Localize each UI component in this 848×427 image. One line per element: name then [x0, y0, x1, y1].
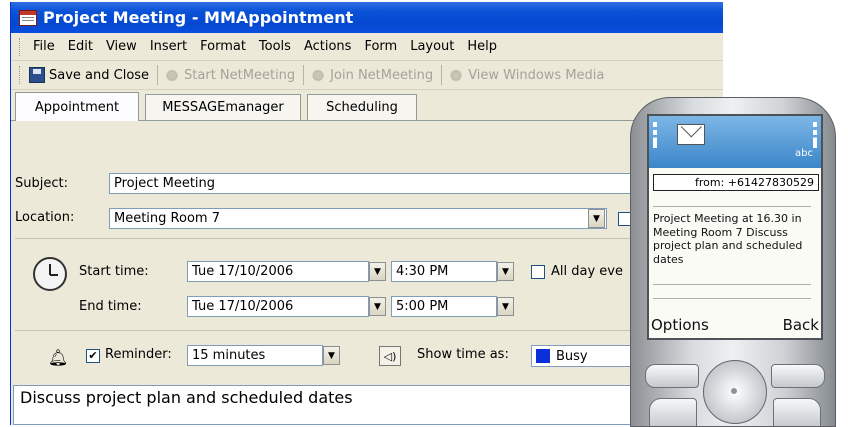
save-icon: [29, 67, 45, 83]
text-rule: [653, 284, 811, 285]
start-time-dropdown-button[interactable]: ▼: [497, 262, 514, 281]
tab-scheduling[interactable]: Scheduling: [307, 94, 417, 120]
key-3[interactable]: [773, 398, 821, 426]
reminder-bell-icon: 🔔︎: [47, 348, 69, 367]
sms-sender: from: +61427830529: [653, 174, 819, 191]
end-time-label: End time:: [79, 299, 142, 314]
end-time-dropdown-button[interactable]: ▼: [497, 297, 514, 316]
message-envelope-icon: [677, 124, 705, 145]
standard-toolbar: Save and Close Start NetMeeting Join Net…: [11, 61, 723, 90]
toolbar-grip[interactable]: [19, 66, 23, 84]
left-call-key[interactable]: [645, 364, 699, 388]
menu-insert[interactable]: Insert: [150, 39, 187, 54]
location-dropdown-button[interactable]: ▼: [588, 209, 605, 228]
menu-edit[interactable]: Edit: [68, 39, 93, 54]
mobile-phone: abc from: +61427830529 Project Meeting a…: [630, 97, 836, 427]
reminder-checkbox[interactable]: ✔: [86, 349, 100, 363]
reminder-label: Reminder:: [105, 347, 172, 362]
end-date-input[interactable]: Tue 17/10/2006: [187, 296, 369, 317]
right-end-key[interactable]: [771, 364, 825, 388]
appointment-window: Project Meeting - MMAppointment File Edi…: [10, 2, 723, 425]
appointment-icon: [19, 9, 37, 26]
divider: [15, 330, 723, 331]
sms-line: Meeting Room 7 Discuss: [653, 225, 788, 239]
start-time-label: Start time:: [79, 264, 149, 279]
back-softkey[interactable]: Back: [783, 316, 819, 334]
phone-status-area: abc: [649, 116, 821, 168]
battery-level-icon: [813, 122, 817, 148]
notes-body[interactable]: Discuss project plan and scheduled dates: [13, 385, 713, 425]
join-netmeeting-button[interactable]: Join NetMeeting: [310, 68, 433, 83]
start-netmeeting-label: Start NetMeeting: [184, 67, 296, 83]
all-day-label: All day eve: [551, 264, 623, 279]
show-time-as-value: Busy: [556, 348, 588, 364]
save-and-close-button[interactable]: Save and Close: [29, 67, 149, 83]
window-title: Project Meeting - MMAppointment: [43, 8, 354, 27]
text-rule: [653, 298, 811, 299]
menu-tools[interactable]: Tools: [259, 39, 291, 54]
location-input[interactable]: Meeting Room 7: [109, 208, 607, 229]
end-time-input[interactable]: 5:00 PM: [391, 296, 497, 317]
view-windows-media-button[interactable]: View Windows Media: [448, 68, 604, 83]
start-date-input[interactable]: Tue 17/10/2006: [187, 261, 369, 282]
join-netmeeting-label: Join NetMeeting: [330, 67, 434, 83]
all-day-checkbox[interactable]: [531, 265, 545, 279]
tab-appointment[interactable]: Appointment: [15, 92, 139, 121]
key-1[interactable]: [649, 398, 697, 426]
sms-message: Project Meeting at 16.30 in Meeting Room…: [653, 212, 817, 266]
menu-actions[interactable]: Actions: [304, 39, 352, 54]
text-rule: [653, 206, 811, 207]
start-netmeeting-button[interactable]: Start NetMeeting: [164, 68, 295, 83]
menu-form[interactable]: Form: [364, 39, 397, 54]
show-time-as-select[interactable]: Busy: [531, 345, 631, 367]
end-date-dropdown-button[interactable]: ▼: [369, 297, 386, 316]
title-bar[interactable]: Project Meeting - MMAppointment: [11, 2, 723, 33]
divider: [15, 238, 723, 239]
phone-keypad: [641, 350, 825, 426]
netmeeting-icon: [310, 68, 327, 82]
start-time-input[interactable]: 4:30 PM: [391, 261, 497, 282]
windows-media-icon: [448, 68, 465, 82]
show-time-as-label: Show time as:: [417, 347, 509, 362]
menu-layout[interactable]: Layout: [410, 39, 454, 54]
toolbar-separator: [441, 65, 443, 85]
view-windows-media-label: View Windows Media: [468, 67, 605, 83]
phone-screen: abc from: +61427830529 Project Meeting a…: [647, 114, 823, 340]
menu-view[interactable]: View: [106, 39, 137, 54]
reminder-select[interactable]: 15 minutes: [187, 345, 323, 366]
form-tabs: Appointment MESSAGEmanager Scheduling: [11, 90, 723, 121]
clock-icon: [33, 257, 67, 291]
toolbar-separator: [303, 65, 305, 85]
menu-help[interactable]: Help: [467, 39, 497, 54]
tab-messagemanager[interactable]: MESSAGEmanager: [145, 94, 301, 120]
menu-file[interactable]: File: [33, 39, 55, 54]
menubar-grip[interactable]: [19, 37, 23, 56]
sms-line: Project Meeting at 16.30 in: [653, 212, 802, 225]
navigation-key[interactable]: [703, 360, 767, 424]
busy-color-swatch: [536, 349, 550, 363]
toolbar-separator: [157, 65, 159, 85]
subject-label: Subject:: [15, 176, 68, 191]
sms-line: project plan and scheduled: [653, 239, 803, 252]
signal-strength-icon: [653, 122, 657, 148]
input-mode-indicator: abc: [795, 148, 813, 159]
options-softkey[interactable]: Options: [651, 316, 709, 334]
sms-line: dates: [653, 252, 684, 266]
menu-bar: File Edit View Insert Format Tools Actio…: [11, 33, 723, 61]
location-label: Location:: [15, 210, 75, 225]
menu-format[interactable]: Format: [200, 39, 246, 54]
reminder-sound-icon[interactable]: ◁): [379, 346, 401, 366]
softkey-bar: Options Back: [651, 316, 819, 334]
netmeeting-icon: [164, 68, 181, 82]
save-and-close-label: Save and Close: [49, 67, 150, 83]
start-date-dropdown-button[interactable]: ▼: [369, 262, 386, 281]
reminder-dropdown-button[interactable]: ▼: [323, 346, 340, 365]
